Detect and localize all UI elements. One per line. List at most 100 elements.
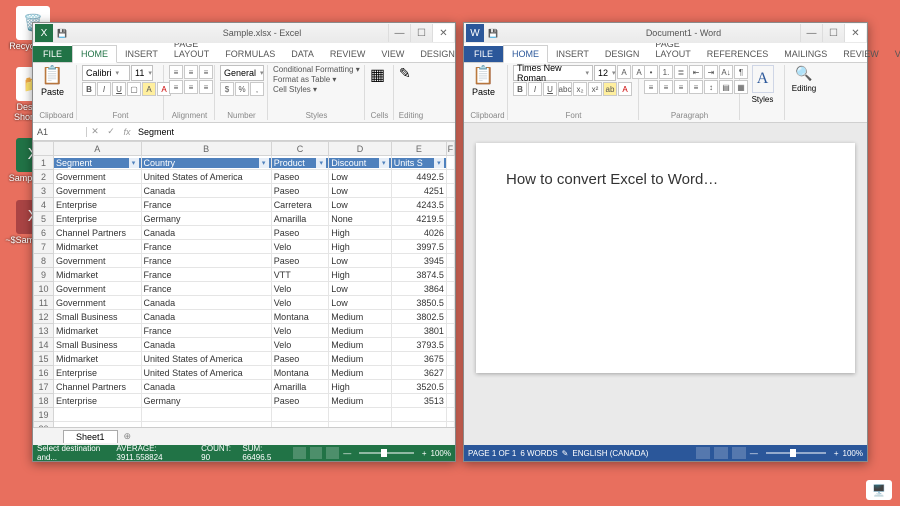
cell[interactable]: 3627 <box>391 366 446 380</box>
spreadsheet-grid[interactable]: ABCDEF1Segment▾Country▾Product▾Discount▾… <box>33 141 455 427</box>
status-words[interactable]: 6 WORDS <box>520 449 557 458</box>
align-center-button[interactable]: ≡ <box>659 80 673 94</box>
new-sheet-button[interactable]: ⊕ <box>124 431 132 442</box>
zoom-slider[interactable] <box>766 452 826 454</box>
status-page[interactable]: PAGE 1 OF 1 <box>468 449 516 458</box>
align-center-button[interactable]: ≡ <box>184 80 198 94</box>
cell[interactable]: Paseo <box>271 226 329 240</box>
cell[interactable]: Carretera <box>271 198 329 212</box>
tab-home[interactable]: HOME <box>503 45 548 63</box>
table-row[interactable]: 16EnterpriseUnited States of AmericaMont… <box>34 366 455 380</box>
qat-save-icon[interactable]: 💾 <box>486 26 500 40</box>
paste-icon[interactable]: 📋 <box>41 65 63 86</box>
find-icon[interactable]: 🔍 <box>795 65 812 82</box>
zoom-in-button[interactable]: + <box>422 449 427 458</box>
align-bot-button[interactable]: ≡ <box>199 65 213 79</box>
cell[interactable]: Canada <box>141 296 271 310</box>
row-header[interactable]: 5 <box>34 212 54 226</box>
cell[interactable]: Channel Partners <box>54 226 142 240</box>
conditional-formatting-button[interactable]: Conditional Formatting ▾ <box>273 65 360 74</box>
align-right-button[interactable]: ≡ <box>674 80 688 94</box>
cell[interactable]: Canada <box>141 380 271 394</box>
zoom-out-button[interactable]: — <box>343 449 351 458</box>
tab-design[interactable]: DESIGN <box>412 46 463 62</box>
cell[interactable]: Medium <box>329 310 392 324</box>
tab-data[interactable]: DATA <box>283 46 322 62</box>
number-format-select[interactable]: General <box>220 65 264 81</box>
row-header[interactable]: 9 <box>34 268 54 282</box>
view-read-button[interactable] <box>696 447 710 459</box>
row-header[interactable]: 10 <box>34 282 54 296</box>
table-header-cell[interactable]: Country▾ <box>142 158 271 168</box>
bold-button[interactable]: B <box>513 82 527 96</box>
row-header[interactable]: 18 <box>34 394 54 408</box>
cell[interactable]: France <box>141 254 271 268</box>
cell[interactable]: Government <box>54 282 142 296</box>
cell[interactable]: Low <box>329 282 392 296</box>
minimize-button[interactable]: — <box>388 24 410 42</box>
tab-insert[interactable]: INSERT <box>548 46 597 62</box>
view-break-button[interactable] <box>326 447 339 459</box>
cell[interactable]: Canada <box>141 310 271 324</box>
cell[interactable]: Velo <box>271 324 329 338</box>
dec-indent-button[interactable]: ⇤ <box>689 65 703 79</box>
filter-dropdown-icon[interactable]: ▾ <box>129 158 139 168</box>
table-row[interactable]: 4EnterpriseFranceCarreteraLow4243.5 <box>34 198 455 212</box>
table-row[interactable]: 11GovernmentCanadaVeloLow3850.5 <box>34 296 455 310</box>
col-header[interactable]: F <box>446 142 454 156</box>
row-header[interactable]: 6 <box>34 226 54 240</box>
tab-file[interactable]: FILE <box>464 46 503 62</box>
cell[interactable]: Government <box>54 254 142 268</box>
cell[interactable]: 4243.5 <box>391 198 446 212</box>
table-row[interactable]: 10GovernmentFranceVeloLow3864 <box>34 282 455 296</box>
cell[interactable]: High <box>329 380 392 394</box>
row-header[interactable]: 2 <box>34 170 54 184</box>
row-header[interactable]: 3 <box>34 184 54 198</box>
cell[interactable]: United States of America <box>141 352 271 366</box>
cell[interactable]: Velo <box>271 338 329 352</box>
zoom-slider[interactable] <box>359 452 414 454</box>
sup-button[interactable]: x² <box>588 82 602 96</box>
font-size-select[interactable]: 11 <box>131 65 153 81</box>
cell[interactable]: France <box>141 268 271 282</box>
cell[interactable]: Paseo <box>271 170 329 184</box>
row-header[interactable]: 4 <box>34 198 54 212</box>
tab-references[interactable]: REFERENCES <box>699 46 777 62</box>
tab-view[interactable]: VIEW <box>373 46 412 62</box>
view-web-button[interactable] <box>732 447 746 459</box>
editing-label[interactable]: Editing <box>792 84 816 93</box>
underline-button[interactable]: U <box>112 82 126 96</box>
cell[interactable]: 3801 <box>391 324 446 338</box>
cell[interactable]: 3675 <box>391 352 446 366</box>
cell[interactable]: Germany <box>141 394 271 408</box>
table-row[interactable]: 9MidmarketFranceVTTHigh3874.5 <box>34 268 455 282</box>
tab-review[interactable]: REVIEW <box>322 46 374 62</box>
cell[interactable]: 3850.5 <box>391 296 446 310</box>
row-header[interactable]: 15 <box>34 352 54 366</box>
row-header[interactable]: 14 <box>34 338 54 352</box>
cell[interactable]: Medium <box>329 366 392 380</box>
minimize-button[interactable]: — <box>800 24 822 42</box>
cell[interactable]: Midmarket <box>54 324 142 338</box>
zoom-level[interactable]: 100% <box>843 449 863 458</box>
cell[interactable]: Medium <box>329 352 392 366</box>
table-header-cell[interactable]: Units S▾ <box>392 158 446 168</box>
cell[interactable]: United States of America <box>141 366 271 380</box>
cell[interactable]: United States of America <box>141 170 271 184</box>
cell[interactable]: Government <box>54 184 142 198</box>
shading-button[interactable]: ▤ <box>719 80 733 94</box>
styles-label[interactable]: Styles <box>752 95 774 104</box>
table-header-cell[interactable]: Discount▾ <box>329 158 391 168</box>
proofing-icon[interactable]: ✎ <box>562 449 569 458</box>
align-left-button[interactable]: ≡ <box>644 80 658 94</box>
styles-gallery-icon[interactable]: A <box>752 65 774 93</box>
tab-mailings[interactable]: MAILINGS <box>776 46 835 62</box>
inc-indent-button[interactable]: ⇥ <box>704 65 718 79</box>
cell[interactable]: France <box>141 198 271 212</box>
strike-button[interactable]: abc <box>558 82 572 96</box>
cell[interactable]: Amarilla <box>271 212 329 226</box>
filter-dropdown-icon[interactable]: ▾ <box>434 158 444 168</box>
font-name-select[interactable]: Times New Roman <box>513 65 593 81</box>
row-header[interactable]: 16 <box>34 366 54 380</box>
table-row[interactable]: 5EnterpriseGermanyAmarillaNone4219.5 <box>34 212 455 226</box>
